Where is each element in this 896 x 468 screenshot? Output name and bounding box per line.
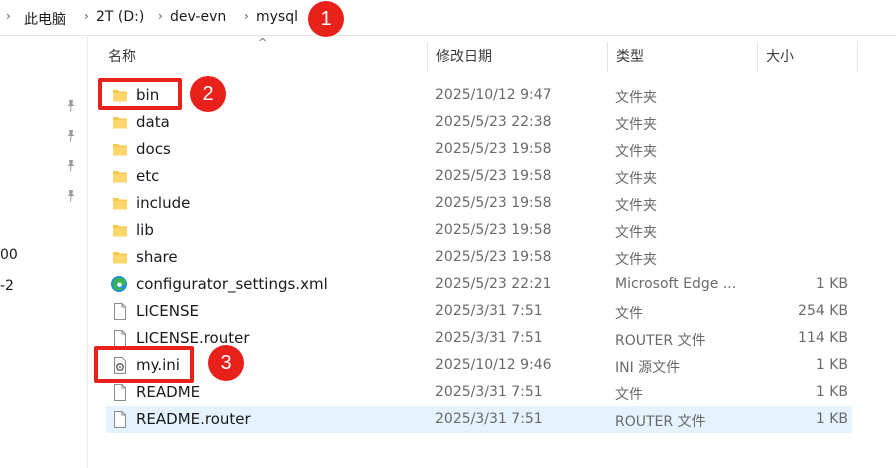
address-bar[interactable]: › 此电脑 › 2T (D:) › dev-evn › mysql [0,0,896,36]
file-row[interactable]: share 2025/5/23 19:58 文件夹 [106,244,852,271]
file-name: data [136,113,170,131]
file-type: 文件 [615,306,643,322]
folder-icon [112,114,128,131]
file-size: 1 KB [815,384,848,400]
column-header-name[interactable]: 名称 [100,42,428,72]
file-type: 文件夹 [615,252,657,268]
file-row[interactable]: configurator_settings.xml 2025/5/23 22:21… [106,271,852,298]
folder-icon [112,222,128,239]
file-modified-date: 2025/5/23 19:58 [435,249,552,265]
nav-item-label[interactable]: -2 [0,278,14,294]
file-row[interactable]: README 2025/3/31 7:51 文件 1 KB [106,379,852,406]
file-size: 1 KB [815,357,848,373]
breadcrumb-item-dev-evn[interactable]: dev-evn [170,9,226,25]
file-size: 254 KB [798,303,848,319]
step-badge-3: 3 [208,345,244,381]
file-row[interactable]: include 2025/5/23 19:58 文件夹 [106,190,852,217]
pin-icon[interactable] [64,189,78,203]
pin-icon[interactable] [64,129,78,143]
file-modified-date: 2025/3/31 7:51 [435,303,543,319]
file-modified-date: 2025/5/23 22:38 [435,114,552,130]
file-name: README [136,383,201,401]
file-name: etc [136,167,160,185]
file-name: configurator_settings.xml [136,275,328,293]
file-size: 1 KB [815,276,848,292]
file-size: 1 KB [815,411,848,427]
file-modified-date: 2025/5/23 19:58 [435,195,552,211]
chevron-right-icon[interactable]: › [158,9,163,23]
file-modified-date: 2025/5/23 19:58 [435,141,552,157]
file-size: 114 KB [798,330,848,346]
pin-icon[interactable] [64,159,78,173]
file-modified-date: 2025/5/23 19:58 [435,222,552,238]
file-modified-date: 2025/5/23 22:21 [435,276,552,292]
folder-icon [112,249,128,266]
file-name: docs [136,140,171,158]
file-icon [112,411,128,428]
file-type: 文件夹 [615,171,657,187]
file-name: lib [136,221,154,239]
file-icon [112,303,128,320]
file-type: INI 源文件 [615,360,681,376]
file-type: 文件夹 [615,117,657,133]
file-type: Microsoft Edge ... [615,276,737,292]
file-type: ROUTER 文件 [615,414,706,430]
chevron-right-icon[interactable]: › [84,9,89,23]
breadcrumb-item-mysql[interactable]: mysql [256,9,298,25]
breadcrumb-item-this-pc[interactable]: 此电脑 [24,9,66,29]
chevron-right-icon[interactable]: › [244,9,249,23]
file-name: share [136,248,178,266]
file-type: 文件夹 [615,144,657,160]
file-type: 文件夹 [615,90,657,106]
pin-icon[interactable] [64,99,78,113]
highlight-box-bin [98,78,182,110]
file-icon [112,384,128,401]
folder-icon [112,168,128,185]
file-modified-date: 2025/3/31 7:51 [435,411,543,427]
file-row[interactable]: lib 2025/5/23 19:58 文件夹 [106,217,852,244]
column-header-size[interactable]: 大小 [758,42,858,72]
file-type: 文件夹 [615,225,657,241]
file-modified-date: 2025/3/31 7:51 [435,384,543,400]
file-row[interactable]: docs 2025/5/23 19:58 文件夹 [106,136,852,163]
file-type: 文件夹 [615,198,657,214]
folder-icon [112,141,128,158]
step-badge-2: 2 [190,76,226,112]
highlight-box-my-ini [94,346,194,383]
file-icon [112,330,128,347]
file-type: ROUTER 文件 [615,333,706,349]
file-modified-date: 2025/10/12 9:47 [435,87,552,103]
file-name: include [136,194,191,212]
file-row[interactable]: LICENSE 2025/3/31 7:51 文件 254 KB [106,298,852,325]
nav-item-label[interactable]: 00 [0,247,18,263]
file-name: README.router [136,410,251,428]
file-name: LICENSE.router [136,329,250,347]
file-modified-date: 2025/3/31 7:51 [435,330,543,346]
breadcrumb-item-drive[interactable]: 2T (D:) [96,9,144,25]
step-badge-1: 1 [308,1,344,37]
file-type: 文件 [615,387,643,403]
navigation-pane: 00 -2 [0,37,88,468]
chevron-right-icon[interactable]: › [6,9,11,23]
edge-icon [110,275,128,292]
folder-icon [112,195,128,212]
column-header-type[interactable]: 类型 [608,42,758,72]
file-row[interactable]: etc 2025/5/23 19:58 文件夹 [106,163,852,190]
file-modified-date: 2025/5/23 19:58 [435,168,552,184]
file-row[interactable]: README.router 2025/3/31 7:51 ROUTER 文件 1 KB [106,406,852,433]
file-name: LICENSE [136,302,199,320]
file-row[interactable]: data 2025/5/23 22:38 文件夹 [106,109,852,136]
column-header-modified[interactable]: 修改日期 [428,42,608,72]
file-modified-date: 2025/10/12 9:46 [435,357,552,373]
